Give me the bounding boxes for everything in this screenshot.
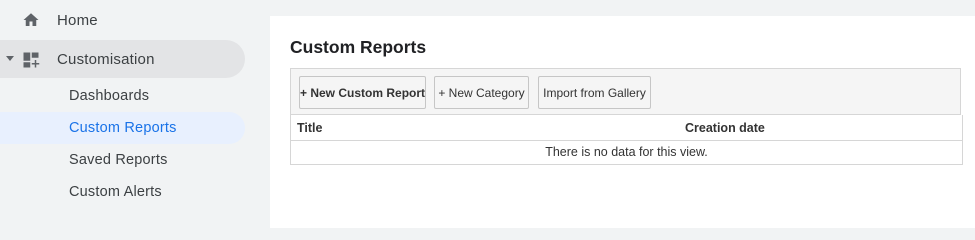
column-header-creation-date[interactable]: Creation date (685, 121, 765, 135)
reports-table: Title Creation date There is no data for… (290, 115, 963, 165)
table-row: There is no data for this view. (290, 141, 963, 165)
column-header-title[interactable]: Title (297, 121, 322, 135)
new-category-button[interactable]: + New Category (434, 76, 529, 109)
caret-down-icon[interactable] (6, 56, 14, 61)
sidebar-item-custom-alerts[interactable]: Custom Alerts (0, 176, 245, 208)
empty-state-message: There is no data for this view. (545, 145, 708, 159)
sidebar-item-label: Customisation (57, 50, 155, 68)
sidebar-item-label: Custom Alerts (69, 184, 162, 200)
home-icon (23, 13, 39, 26)
sidebar-item-label: Home (57, 11, 98, 29)
sidebar-item-dashboards[interactable]: Dashboards (0, 80, 245, 112)
sidebar-item-custom-reports[interactable]: Custom Reports (0, 112, 245, 144)
sidebar-item-customisation[interactable]: Customisation (0, 40, 245, 78)
sidebar-item-label: Custom Reports (69, 120, 177, 136)
dashboard-icon (23, 52, 40, 68)
report-toolbar: + New Custom Report + New Category Impor… (290, 68, 961, 115)
table-header: Title Creation date (290, 115, 963, 141)
sidebar-item-label: Saved Reports (69, 152, 168, 168)
sidebar-item-home[interactable]: Home (0, 1, 245, 39)
sidebar: Home Customisation Dashboards Custom Rep… (0, 0, 270, 228)
sidebar-item-label: Dashboards (69, 88, 150, 104)
page-title: Custom Reports (290, 37, 427, 57)
sidebar-item-saved-reports[interactable]: Saved Reports (0, 144, 245, 176)
main-panel: Custom Reports + New Custom Report + New… (270, 16, 975, 228)
new-custom-report-button[interactable]: + New Custom Report (299, 76, 426, 109)
import-from-gallery-button[interactable]: Import from Gallery (538, 76, 651, 109)
